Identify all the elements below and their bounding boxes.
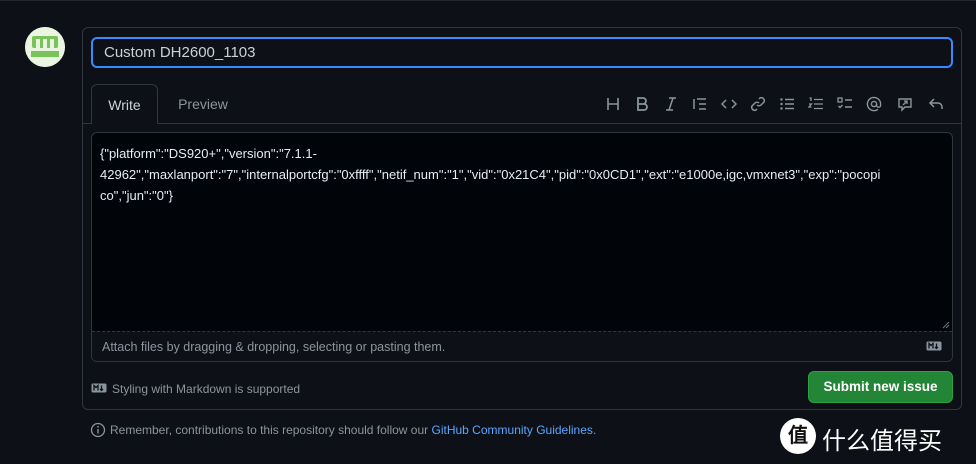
issue-body-text[interactable]: {"platform":"DS920+","version":"7.1.1- 4… (100, 143, 945, 206)
link-icon[interactable] (748, 94, 768, 114)
markdown-supported-link[interactable]: Styling with Markdown is supported (112, 381, 300, 397)
bulleted-list-icon[interactable] (777, 94, 797, 114)
mention-icon[interactable] (864, 94, 884, 114)
markdown-icon (91, 383, 107, 393)
community-guidelines-link[interactable]: GitHub Community Guidelines (432, 423, 593, 437)
task-list-icon[interactable] (835, 94, 855, 114)
guidelines-text: Remember, contributions to this reposito… (110, 423, 432, 437)
issue-body-editor[interactable]: {"platform":"DS920+","version":"7.1.1- 4… (91, 132, 953, 362)
tab-preview[interactable]: Preview (166, 84, 240, 124)
m-logo-icon (25, 27, 65, 67)
tab-write[interactable]: Write (91, 84, 158, 124)
info-icon (90, 422, 106, 438)
attach-files-bar[interactable]: Attach files by dragging & dropping, sel… (92, 331, 952, 361)
user-avatar[interactable] (25, 27, 65, 67)
resize-handle-icon[interactable] (942, 321, 950, 329)
reply-icon[interactable] (926, 94, 946, 114)
watermark-text: 什么值得买 (822, 427, 942, 455)
numbered-list-icon[interactable] (806, 94, 826, 114)
quote-icon[interactable] (690, 94, 710, 114)
attach-files-text: Attach files by dragging & dropping, sel… (102, 340, 446, 354)
watermark-logo: 值 (780, 418, 816, 454)
submit-new-issue-button[interactable]: Submit new issue (808, 371, 953, 403)
italic-icon[interactable] (661, 94, 681, 114)
top-divider (0, 0, 976, 1)
issue-title-input[interactable] (91, 37, 953, 68)
code-icon[interactable] (719, 94, 739, 114)
guidelines-suffix: . (592, 423, 597, 437)
bold-icon[interactable] (632, 94, 652, 114)
markdown-icon (926, 341, 942, 351)
heading-icon[interactable] (603, 94, 623, 114)
reference-icon[interactable] (895, 94, 915, 114)
